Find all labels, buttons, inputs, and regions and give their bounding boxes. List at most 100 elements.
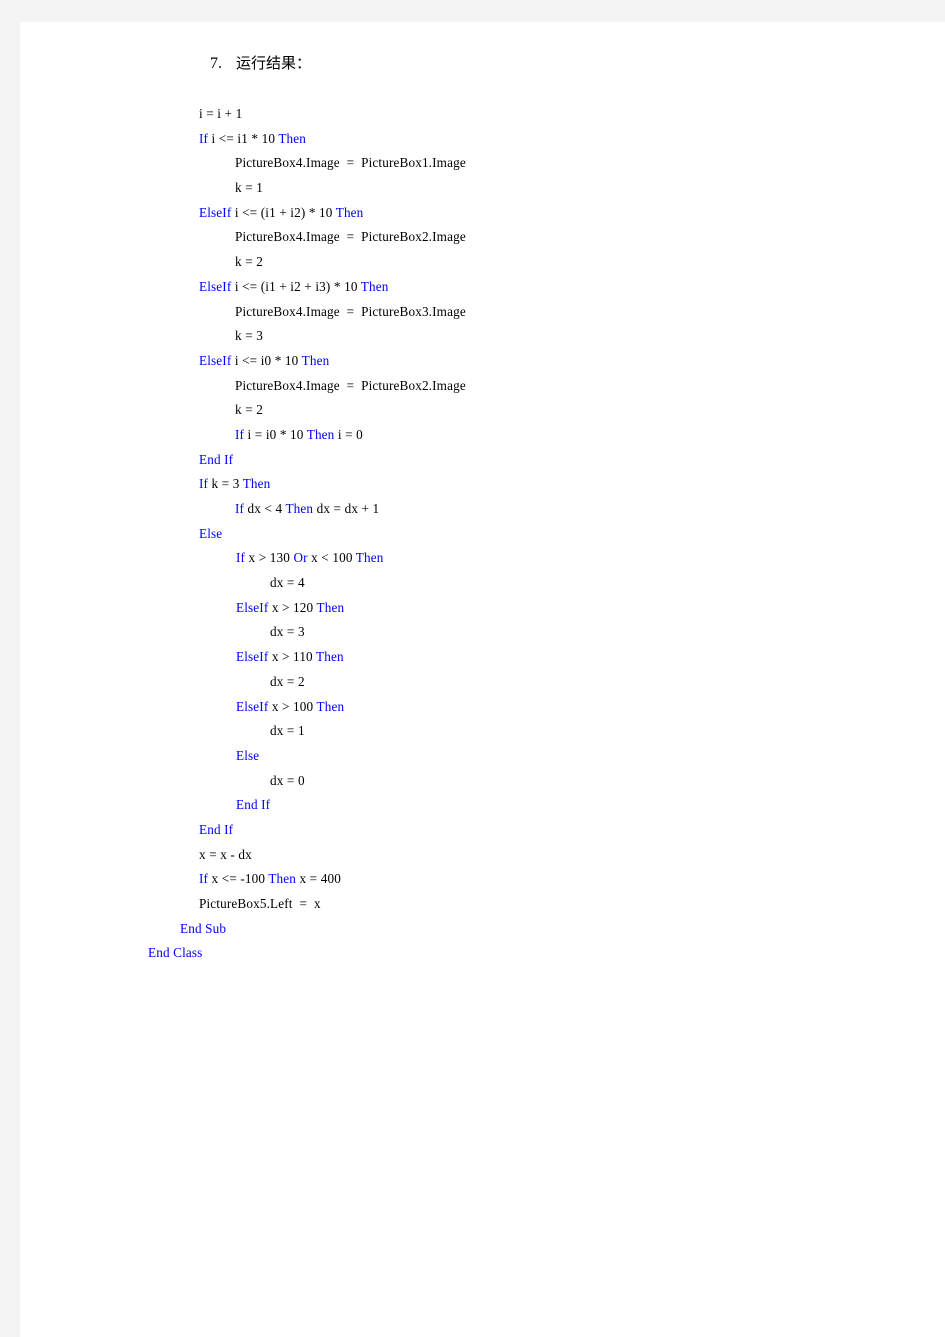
code-identifier: PictureBox4.Image = PictureBox1.Image (235, 155, 466, 171)
code-line: i = i + 1 (20, 102, 945, 127)
code-keyword: If (236, 550, 246, 566)
code-line: dx = 2 (20, 670, 945, 695)
document-page: i = i + 1 If i <= i1 * 10 Then PictureBox4… (20, 22, 945, 1337)
code-line: End Class (20, 941, 945, 966)
code-keyword: If (235, 501, 245, 516)
code-line: x = x - dx (20, 843, 945, 868)
code-identifier: x = x - dx (199, 846, 252, 862)
code-keyword: Then (301, 352, 330, 368)
code-keyword: Then (306, 426, 335, 442)
code-keyword: Then (316, 599, 345, 615)
code-identifier: k = 2 (235, 402, 263, 418)
page-margin-top (0, 0, 945, 22)
code-identifier: x > 100 (268, 698, 317, 714)
code-identifier: PictureBox4.Image = PictureBox2.Image (235, 229, 466, 245)
code-identifier: dx = 2 (270, 673, 305, 689)
code-line: If k = 3 Then (20, 472, 945, 497)
code-keyword: ElseIf (199, 352, 232, 368)
code-identifier: i = i0 * 10 (244, 426, 307, 442)
code-keyword: End If (199, 821, 234, 837)
code-line: ElseIf i <= (i1 + i2) * 10 Then (20, 201, 945, 226)
code-identifier: x > 120 (268, 599, 317, 615)
code-identifier: i <= (i1 + i2 + i3) * 10 (231, 278, 361, 294)
page-margin-left (0, 0, 20, 1337)
code-keyword: End If (236, 797, 271, 813)
code-keyword: Then (355, 550, 384, 566)
code-line: Else (20, 744, 945, 769)
code-identifier: i = 0 (334, 426, 363, 442)
code-line: PictureBox4.Image = PictureBox2.Image (20, 374, 945, 399)
code-keyword: ElseIf (199, 278, 232, 294)
code-identifier: i = i + 1 (199, 106, 243, 121)
code-line: ElseIf i <= (i1 + i2 + i3) * 10 Then (20, 275, 945, 300)
code-keyword: ElseIf (236, 599, 269, 615)
code-identifier: PictureBox4.Image = PictureBox2.Image (235, 377, 466, 393)
code-keyword: Then (335, 204, 364, 220)
code-keyword: Then (316, 698, 345, 714)
code-keyword: Then (360, 278, 389, 294)
code-keyword: Then (278, 130, 307, 146)
code-listing: i = i + 1 If i <= i1 * 10 Then PictureBox4… (20, 22, 945, 966)
code-identifier: dx = 0 (270, 772, 305, 788)
code-identifier: x > 110 (268, 649, 317, 665)
code-identifier: i <= (i1 + i2) * 10 (231, 204, 336, 220)
code-keyword: Then (268, 871, 297, 887)
code-identifier: dx = 4 (270, 575, 305, 591)
code-identifier: i <= i0 * 10 (231, 352, 302, 368)
code-line: PictureBox4.Image = PictureBox2.Image (20, 225, 945, 250)
code-identifier: x <= -100 (208, 871, 269, 887)
code-identifier: i <= i1 * 10 (208, 130, 279, 146)
code-line: ElseIf i <= i0 * 10 Then (20, 349, 945, 374)
code-identifier: x > 130 (245, 550, 294, 566)
code-keyword: If (199, 476, 209, 492)
code-identifier: dx = 3 (270, 624, 305, 640)
code-identifier: k = 2 (235, 254, 263, 270)
code-line: k = 2 (20, 398, 945, 423)
code-line: k = 2 (20, 250, 945, 275)
code-keyword: ElseIf (199, 204, 232, 220)
code-line: dx = 1 (20, 719, 945, 744)
code-line: dx = 3 (20, 620, 945, 645)
code-keyword: Then (316, 649, 344, 665)
code-keyword: ElseIf (236, 649, 269, 665)
code-identifier: k = 3 (208, 476, 243, 492)
code-line: dx = 4 (20, 571, 945, 596)
code-keyword: If (199, 130, 209, 146)
code-identifier: PictureBox4.Image = PictureBox3.Image (235, 303, 466, 319)
code-keyword: Or (293, 550, 308, 566)
code-keyword: Else (236, 747, 260, 763)
code-line: End Sub (20, 917, 945, 942)
code-identifier: x < 100 (307, 550, 356, 566)
code-line: Else (20, 522, 945, 547)
code-line: End If (20, 448, 945, 473)
code-line: If x <= -100 Then x = 400 (20, 867, 945, 892)
code-line: dx = 0 (20, 769, 945, 794)
code-line: If i = i0 * 10 Then i = 0 (20, 423, 945, 448)
code-line: If x > 130 Or x < 100 Then (20, 546, 945, 571)
code-keyword: End Class (148, 945, 203, 961)
code-line: ElseIf x > 100 Then (20, 695, 945, 720)
code-keyword: End Sub (180, 920, 227, 936)
code-line: PictureBox4.Image = PictureBox1.Image (20, 151, 945, 176)
code-line: k = 1 (20, 176, 945, 201)
code-line: k = 3 (20, 324, 945, 349)
code-line: PictureBox4.Image = PictureBox3.Image (20, 300, 945, 325)
code-keyword: Then (285, 501, 314, 516)
code-line: If dx < 4 Then dx = dx + 1 (20, 497, 945, 522)
code-keyword: If (235, 426, 245, 442)
code-identifier: dx = dx + 1 (313, 501, 380, 516)
code-line: ElseIf x > 110 Then (20, 645, 945, 670)
code-identifier: PictureBox5.Left = x (199, 896, 321, 911)
code-line: PictureBox5.Left = x (20, 892, 945, 917)
code-line: End If (20, 793, 945, 818)
code-line: End If (20, 818, 945, 843)
code-identifier: k = 3 (235, 328, 263, 344)
code-keyword: If (199, 871, 209, 887)
code-identifier: k = 1 (235, 180, 263, 196)
code-keyword: End If (199, 451, 234, 467)
code-identifier: dx = 1 (270, 723, 305, 739)
code-identifier: x = 400 (296, 871, 341, 887)
code-keyword: Then (242, 476, 271, 492)
code-identifier: dx < 4 (244, 501, 286, 516)
code-keyword: Else (199, 525, 223, 541)
